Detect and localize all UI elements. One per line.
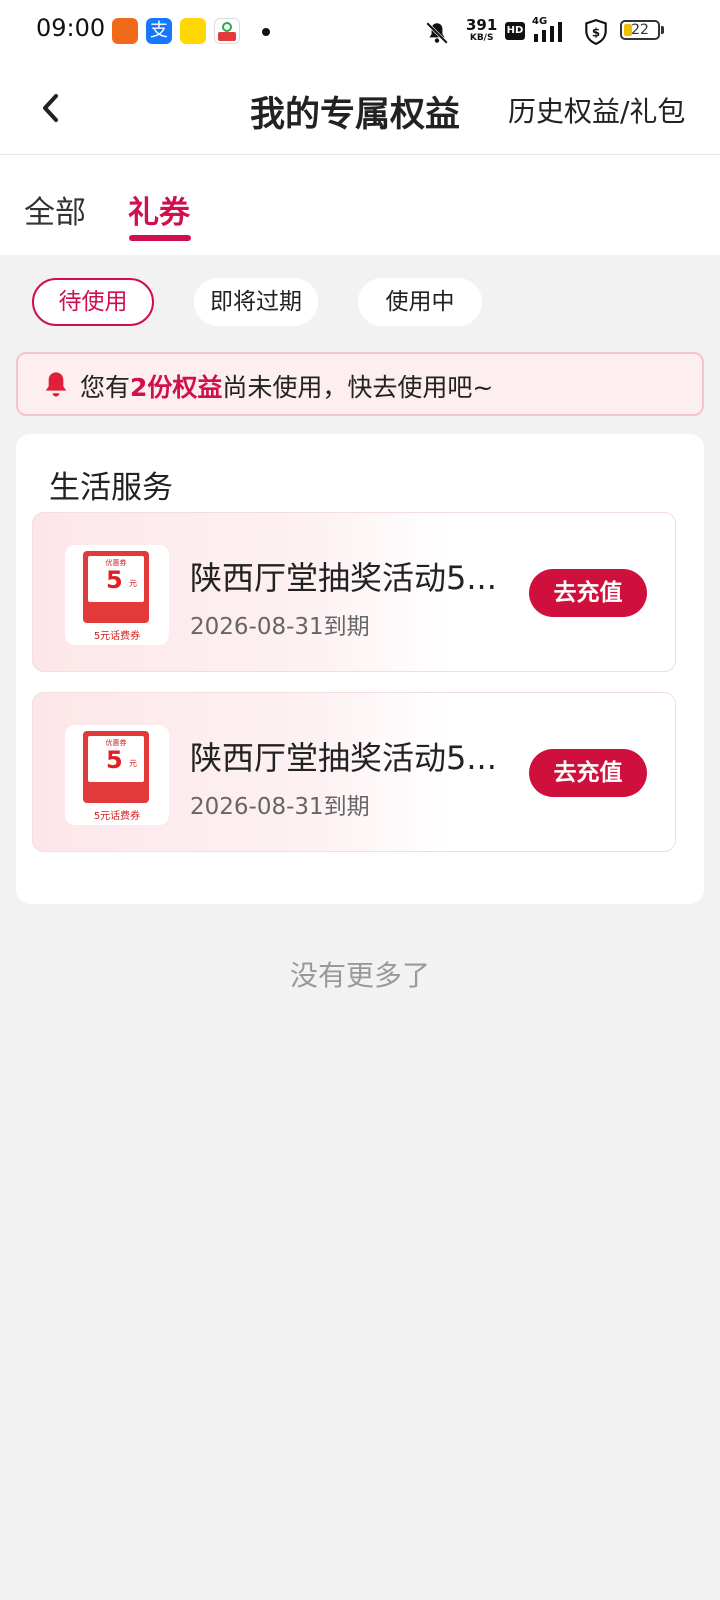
notice-suffix: 尚未使用，快去使用吧~ (222, 373, 494, 402)
notice-highlight: 2份权益 (130, 373, 223, 402)
voucher-amount: 5 (106, 566, 123, 594)
unused-notice-banner: 您有2份权益尚未使用，快去使用吧~ (16, 352, 704, 416)
no-more-text: 没有更多了 (289, 959, 430, 992)
signal-icon (534, 22, 562, 42)
status-time: 09:00 (36, 14, 106, 42)
coupon-item[interactable]: 优惠券 5 元 5元话费券 陕西厅堂抽奖活动5... 2026-08-31到期 … (32, 692, 676, 852)
coupon-voucher-image: 优惠券 5 元 5元话费券 (65, 545, 169, 645)
telecom-app-icon (214, 18, 240, 44)
svg-text:$: $ (592, 25, 600, 39)
battery-tip (661, 26, 664, 34)
hd-badge: HD (505, 22, 525, 40)
section-title: 生活服务 (49, 470, 173, 506)
status-bar: 09:00 支 391 KB/S HD 4G $ 22 (0, 0, 720, 64)
coupon-name: 陕西厅堂抽奖活动5... (190, 559, 497, 597)
shopping-app-icon (112, 18, 138, 44)
security-shield-icon: $ (585, 19, 607, 46)
voucher-caption: 5元话费券 (93, 631, 141, 642)
page-title: 我的专属权益 (250, 95, 461, 135)
filter-to-use[interactable]: 待使用 (32, 278, 154, 326)
coupon-voucher-image: 优惠券 5 元 5元话费券 (65, 725, 169, 825)
net-speed-value: 391 (466, 16, 498, 34)
recharge-button[interactable]: 去充值 (529, 749, 647, 797)
filter-in-use[interactable]: 使用中 (358, 278, 482, 326)
notice-prefix: 您有 (80, 373, 131, 402)
recharge-button[interactable]: 去充值 (529, 569, 647, 617)
voucher-unit: 元 (129, 579, 137, 588)
coupon-item[interactable]: 优惠券 5 元 5元话费券 陕西厅堂抽奖活动5... 2026-08-31到期 … (32, 512, 676, 672)
notification-dot-icon (262, 28, 270, 36)
history-link[interactable]: 历史权益/礼包 (508, 90, 685, 130)
voucher-unit: 元 (129, 759, 137, 768)
filter-expiring-soon[interactable]: 即将过期 (194, 278, 318, 326)
tab-coupons[interactable]: 礼券 (128, 187, 190, 232)
notice-text: 您有2份权益尚未使用，快去使用吧~ (80, 368, 493, 404)
tab-bar: 全部 礼券 (0, 155, 720, 255)
tab-all[interactable]: 全部 (24, 187, 86, 232)
header: 我的专属权益 历史权益/礼包 (0, 64, 720, 155)
back-arrow-icon[interactable] (30, 86, 74, 130)
voucher-amount: 5 (106, 746, 123, 774)
battery-level: 22 (631, 22, 649, 38)
bell-icon (45, 372, 67, 397)
alipay-app-icon: 支 (146, 18, 172, 44)
coupon-expiry: 2026-08-31到期 (190, 614, 370, 640)
life-services-card: 生活服务 优惠券 5 元 5元话费券 陕西厅堂抽奖活动5... 2026-08-… (16, 434, 704, 904)
mute-bell-icon (426, 22, 448, 44)
coupon-expiry: 2026-08-31到期 (190, 794, 370, 820)
battery-icon: 22 (620, 20, 660, 40)
net-speed-unit: KB/S (469, 33, 494, 43)
reading-app-icon (180, 18, 206, 44)
net-speed: 391 KB/S (466, 16, 498, 44)
active-tab-indicator (129, 235, 191, 241)
coupon-name: 陕西厅堂抽奖活动5... (190, 739, 497, 777)
voucher-caption: 5元话费券 (93, 811, 141, 822)
